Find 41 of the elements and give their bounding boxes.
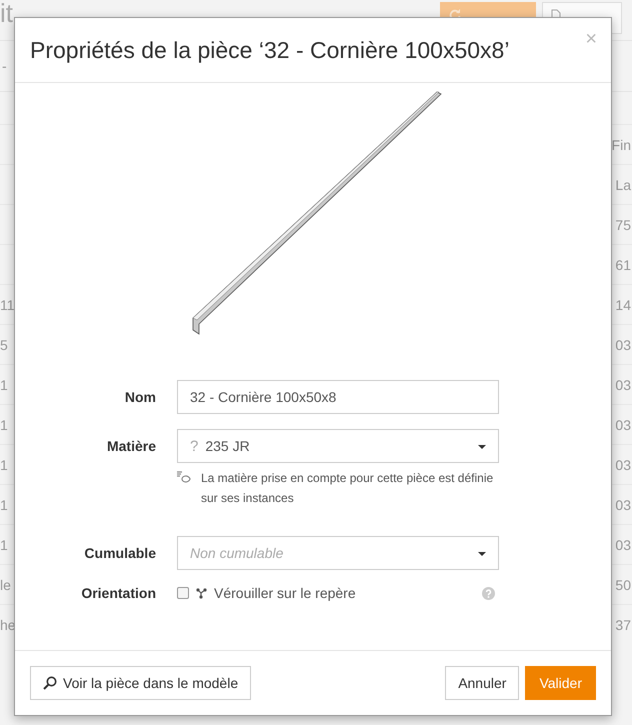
nodes-icon [195,587,208,599]
help-icon [482,586,495,600]
table-cell: 1 [0,536,8,552]
page-subtitle: - [2,58,7,74]
table-cell: 5 [0,336,8,352]
table-cell: 11 [0,296,15,312]
table-cell: 03 [615,376,631,392]
field-label: Nom [124,389,156,405]
field-label: Cumulable [83,545,156,561]
table-cell: 50 [615,576,631,592]
checkbox[interactable] [177,587,189,599]
table-cell: 1 [0,456,8,472]
table-cell: Fin [612,136,631,152]
search-icon [43,676,57,690]
field-label: Orientation [80,585,156,601]
caret-icon [478,445,486,449]
table-cell: 03 [615,416,631,432]
cancel-button[interactable]: Annuler [445,666,520,700]
table-cell: 1 [0,496,8,512]
table-cell: 61 [615,256,631,272]
table-cell: 03 [615,496,631,512]
view-in-model-button[interactable]: Voir la pièce dans le modèle [30,666,252,700]
table-cell: 14 [615,296,631,312]
table-cell: 75 [615,216,631,232]
table-cell: 03 [615,456,631,472]
dialog-title: Propriétés de la pièce ‘32 - Cornière 100x50x8’ [30,36,510,64]
caret-icon [478,552,486,556]
table-cell: 03 [615,536,631,552]
checkbox-label: Vérouiller sur le repère [214,585,356,601]
page-title: it [0,0,13,28]
table-cell: La [615,176,631,192]
table-cell: 37 [615,616,631,632]
table-cell: 1 [0,376,8,392]
table-cell: le [0,576,11,592]
table-cell: he [0,616,16,632]
table-cell: 03 [615,336,631,352]
select-field[interactable]: ? 235 JR [177,429,499,463]
name-field[interactable]: 32 - Cornière 100x50x8 [177,380,499,414]
field-label: Matière [106,438,156,454]
note-text: La matière prise en compte pour cette pièce est définie sur ses instances [201,470,494,507]
table-cell: 1 [0,416,8,432]
